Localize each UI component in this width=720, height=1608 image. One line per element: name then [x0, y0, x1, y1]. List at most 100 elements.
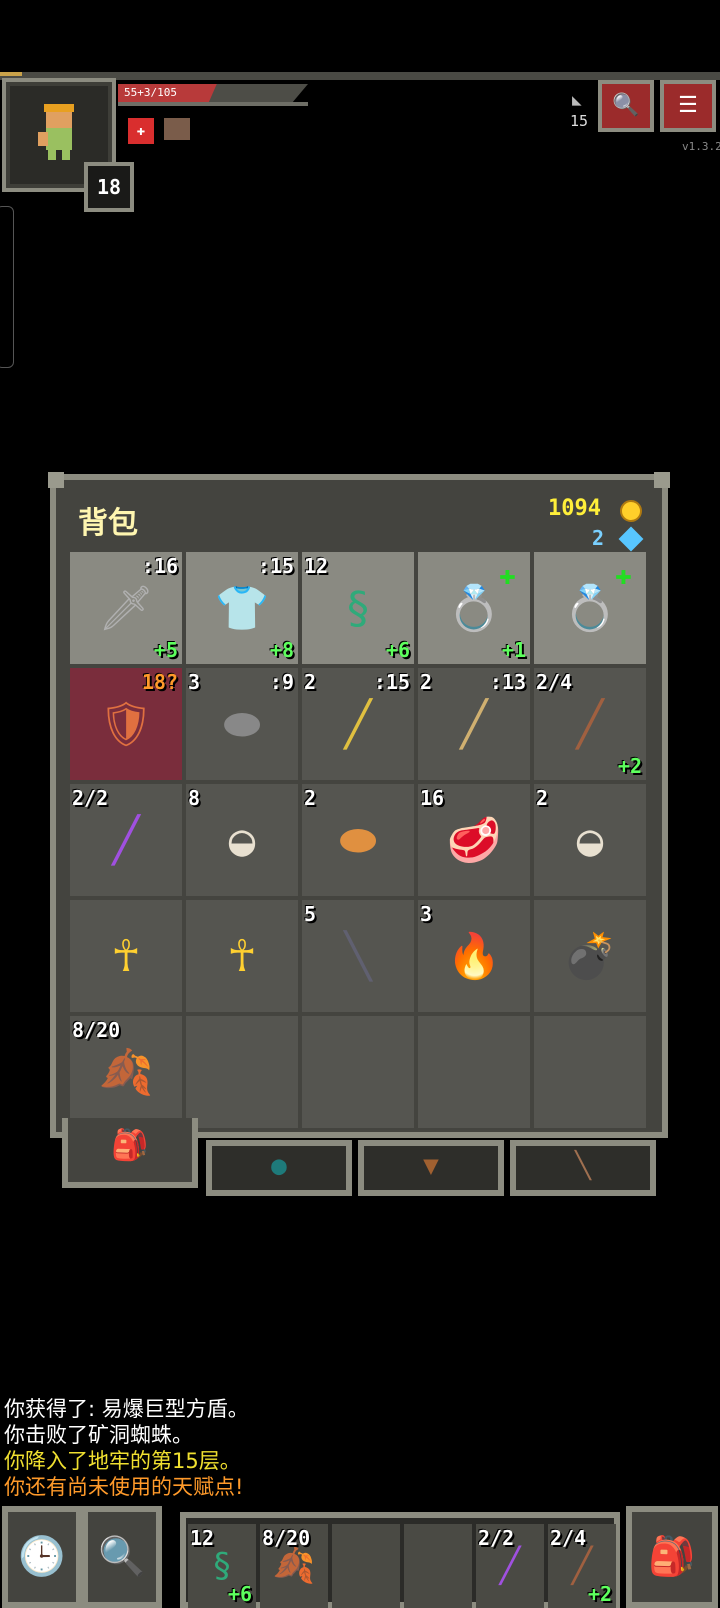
quickslot-quantity: 12: [190, 1526, 215, 1550]
quickslot-2[interactable]: 🍂 8/20: [260, 1524, 328, 1608]
slot-ankh-2[interactable]: ☥: [186, 900, 298, 1012]
wait-button[interactable]: 🕒: [2, 1506, 82, 1608]
quickslot-6[interactable]: ╱ 2/4 +2: [548, 1524, 616, 1608]
version-label: v1.3.2: [682, 140, 720, 153]
item-quantity: 3: [188, 670, 201, 694]
item-quantity: 2: [304, 670, 317, 694]
slot-torch[interactable]: 🔥 3: [418, 900, 530, 1012]
slot-wand-brown[interactable]: ╱ 2/4 +2: [534, 668, 646, 780]
slot-tower-shield[interactable]: 🛡 18?: [70, 668, 182, 780]
slot-meat[interactable]: 🥩 16: [418, 784, 530, 896]
slot-stone[interactable]: ⬬ 3:9: [186, 668, 298, 780]
search-button[interactable]: 🔍: [82, 1506, 162, 1608]
window-corner: [48, 472, 64, 488]
quickslot-4[interactable]: [404, 1524, 472, 1608]
empty-slot[interactable]: [534, 1016, 646, 1128]
slot-bomb[interactable]: 💣: [534, 900, 646, 1012]
quickslot-upgrade-level: +2: [587, 1582, 612, 1606]
buff-rock-icon[interactable]: [164, 118, 190, 140]
item-upgrade-level: +5: [153, 638, 178, 662]
empty-slot[interactable]: [418, 1016, 530, 1128]
item-upgrade-level: +2: [617, 754, 642, 778]
item-strength-req: 18?: [141, 670, 178, 694]
item-quantity: 2: [420, 670, 433, 694]
slot-armor[interactable]: 👕:15 +8: [186, 552, 298, 664]
slot-javelin[interactable]: ╱ 2:13: [418, 668, 530, 780]
item-quantity: 5: [304, 902, 317, 926]
log-line: 你还有尚未使用的天赋点!: [4, 1475, 244, 1499]
slot-spear[interactable]: ╱ 2:15: [302, 668, 414, 780]
stairs-icon: ◣: [572, 90, 582, 109]
tab-scroll-holder[interactable]: ▼: [358, 1140, 504, 1196]
quickslot-quantity: 2/4: [550, 1526, 587, 1550]
slot-waterskin[interactable]: 🍂 8/20: [70, 1016, 182, 1128]
slot-dart[interactable]: ╲ 5: [302, 900, 414, 1012]
item-strength-req: :9: [269, 670, 294, 694]
slot-ankh-1[interactable]: ☥: [70, 900, 182, 1012]
empty-slot[interactable]: [302, 1016, 414, 1128]
quickslot-5[interactable]: ╱ 2/2: [476, 1524, 544, 1608]
slot-pasty-2[interactable]: ◒ 2: [534, 784, 646, 896]
log-line: 你降入了地牢的第15层。: [4, 1449, 241, 1473]
slot-ring-1[interactable]: 💍 +1 ✚: [418, 552, 530, 664]
journal-button[interactable]: 🔍: [598, 80, 654, 132]
quickslot-upgrade-level: +6: [227, 1582, 252, 1606]
upgrade-available-icon: ✚: [499, 558, 516, 591]
menu-button[interactable]: ☰: [660, 80, 716, 132]
item-strength-req: :16: [141, 554, 178, 578]
empty-slot[interactable]: [186, 1016, 298, 1128]
item-strength-req: :15: [373, 670, 410, 694]
gold-coin-icon: [620, 500, 642, 522]
item-quantity: 16: [420, 786, 445, 810]
pasty-icon: ◒: [228, 814, 256, 866]
item-quantity: 3: [420, 902, 433, 926]
slot-sword[interactable]: 🗡:16 +5: [70, 552, 182, 664]
item-quantity: 8/20: [72, 1018, 121, 1042]
tab-seed-pouch[interactable]: ●: [206, 1140, 352, 1196]
slot-pasty[interactable]: ◒ 8: [186, 784, 298, 896]
item-upgrade-level: +1: [501, 638, 526, 662]
quickslot-quantity: 2/2: [478, 1526, 515, 1550]
quickslot-quantity: 8/20: [262, 1526, 311, 1550]
top-border-accent: [0, 72, 22, 76]
item-quantity: 2: [304, 786, 317, 810]
dart-icon: ╲: [344, 930, 372, 982]
upgrade-available-icon: ✚: [615, 558, 632, 591]
tab-backpack[interactable]: 🎒: [62, 1118, 198, 1188]
scroll-holder-icon: ▼: [423, 1151, 439, 1181]
tab-wand-holster[interactable]: ╲: [510, 1140, 656, 1196]
quickslot-3[interactable]: [332, 1524, 400, 1608]
inventory-grid: 🗡:16 +5 👕:15 +8 § 12 +6 💍 +1 ✚ 💍 ✚ 🛡 18? ⬬ 3:9 ╱ 2:15 ╱ 2:1…: [70, 552, 652, 1128]
hp-text: 55+3/105: [124, 86, 177, 99]
message-log: 你获得了: 易爆巨型方盾。 你击败了矿洞蜘蛛。 你降入了地牢的第15层。 你还有尚未使…: [0, 1396, 249, 1500]
energy-crystal-count: 2: [592, 526, 605, 550]
ankh-2-icon: ☥: [228, 930, 256, 982]
log-line: 你击败了矿洞蜘蛛。: [4, 1423, 193, 1447]
level-badge: 18: [84, 162, 134, 212]
item-strength-req: :15: [257, 554, 294, 578]
journal-icon: 🔍: [612, 93, 640, 118]
inventory-button[interactable]: 🎒: [626, 1506, 718, 1608]
buff-healing-cross-icon: ✚: [136, 123, 146, 139]
slot-bread[interactable]: ⬬ 2: [302, 784, 414, 896]
slot-artifact-chain[interactable]: § 12 +6: [302, 552, 414, 664]
log-line: 你获得了: 易爆巨型方盾。: [4, 1397, 249, 1421]
torch-icon: 🔥: [446, 931, 502, 982]
backpack-icon: 🎒: [648, 1534, 696, 1578]
item-quantity: 2/2: [72, 786, 109, 810]
ankh-1-icon: ☥: [112, 930, 140, 982]
seed-pouch-icon: ●: [271, 1151, 287, 1181]
slot-ring-2[interactable]: 💍 ✚: [534, 552, 646, 664]
depth-number: 15: [570, 112, 589, 130]
slot-wand-purple[interactable]: ╱ 2/2: [70, 784, 182, 896]
quickslot-1[interactable]: § 12 +6: [188, 1524, 256, 1608]
gold-count: 1094: [548, 496, 601, 521]
xp-bar: [118, 102, 308, 106]
menu-icon: ☰: [678, 93, 698, 118]
clock-icon: 🕒: [18, 1534, 66, 1578]
side-drawer-handle[interactable]: [0, 206, 14, 368]
window-corner: [654, 472, 670, 488]
item-quantity: 12: [304, 554, 329, 578]
bread-icon: ⬬: [339, 814, 377, 866]
item-strength-req: :13: [489, 670, 526, 694]
